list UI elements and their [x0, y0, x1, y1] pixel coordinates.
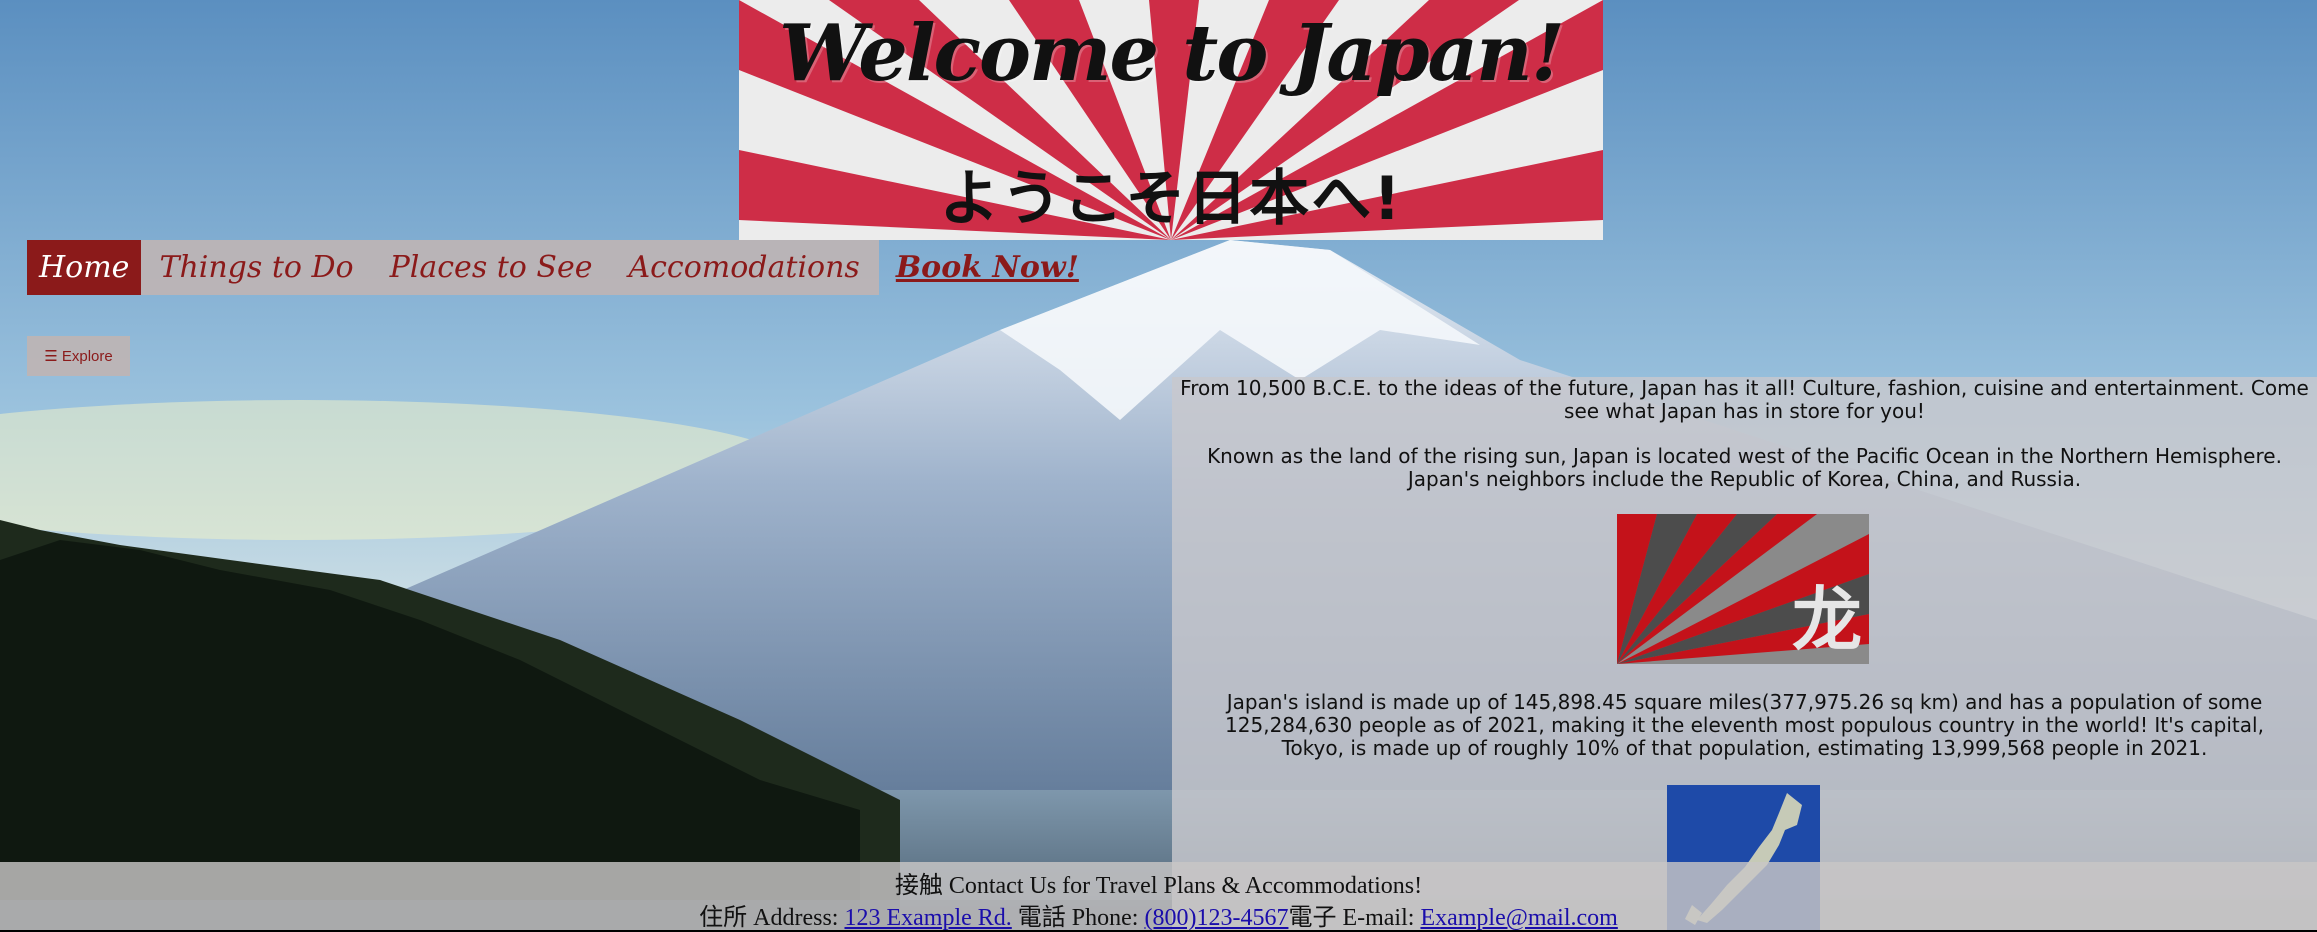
content-panel: From 10,500 B.C.E. to the ideas of the f…: [1172, 377, 2317, 930]
contact-heading: 接触 Contact Us for Travel Plans & Accommo…: [894, 873, 1423, 899]
population-paragraph: Japan's island is made up of 145,898.45 …: [1225, 690, 2264, 760]
rising-sun-dragon-image: 龙: [1617, 514, 1869, 664]
nav-item-places-to-see[interactable]: Places to See: [372, 240, 611, 295]
email-link[interactable]: Example@mail.com: [1420, 905, 1617, 931]
flag-glyph: 龙: [1792, 579, 1862, 661]
phone-link[interactable]: (800)123-4567: [1144, 905, 1288, 931]
nav-item-accomodations[interactable]: Accomodations: [610, 240, 877, 295]
address-label: 住所 Address:: [699, 905, 845, 931]
main-nav: Home Things to Do Places to See Accomoda…: [27, 240, 1079, 295]
email-label: 電子 E-mail:: [1288, 905, 1421, 931]
location-paragraph: Known as the land of the rising sun, Jap…: [1207, 444, 2282, 491]
contact-footer: 接触 Contact Us for Travel Plans & Accommo…: [0, 862, 2317, 932]
phone-label: 電話 Phone:: [1011, 905, 1145, 931]
nav-item-book-now[interactable]: Book Now!: [878, 240, 1097, 295]
address-link[interactable]: 123 Example Rd.: [844, 905, 1011, 931]
nav-item-home[interactable]: Home: [27, 240, 142, 295]
banner-subtitle: ようこそ日本へ!: [939, 164, 1403, 234]
contact-details: 住所 Address: 123 Example Rd. 電話 Phone: (8…: [0, 897, 2317, 932]
banner-title: Welcome to Japan!: [778, 8, 1565, 99]
explore-menu-button[interactable]: ☰ Explore: [27, 336, 130, 376]
welcome-banner: Welcome to Japan! ようこそ日本へ!: [739, 0, 1603, 240]
intro-paragraph: From 10,500 B.C.E. to the ideas of the f…: [1180, 377, 2309, 423]
nav-item-things-to-do[interactable]: Things to Do: [141, 240, 371, 295]
